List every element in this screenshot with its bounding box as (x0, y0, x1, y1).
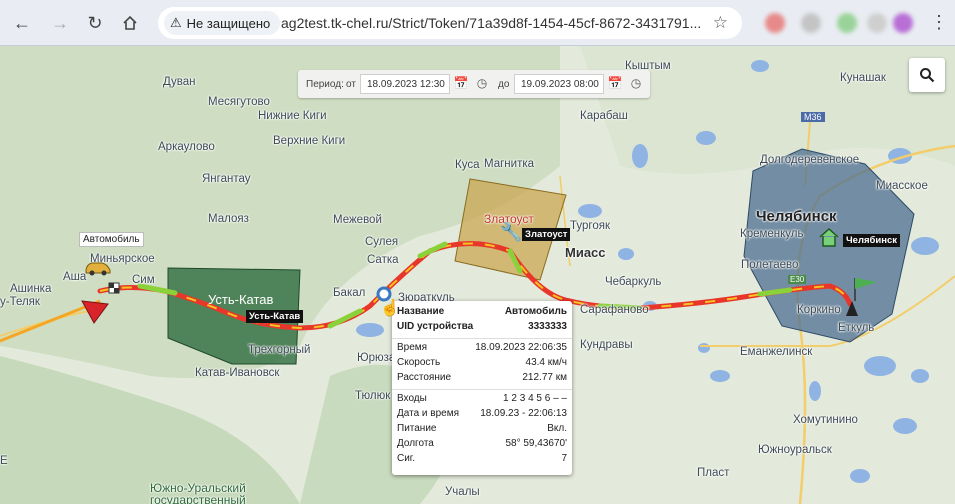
map-label: Хомутинино (793, 414, 858, 426)
map-label: Куса (455, 159, 480, 171)
map-label: Верхние Киги (273, 135, 346, 147)
home-marker-icon[interactable] (818, 226, 840, 248)
map-label: Челябинск (756, 208, 837, 225)
map-label: Дуван (163, 76, 196, 88)
map-label: Трехгорный (248, 344, 311, 356)
period-to-input[interactable]: 19.09.2023 08:00 (514, 74, 604, 94)
address-bar[interactable]: ⚠ Не защищено ag2test.tk-chel.ru/Strict/… (158, 7, 742, 39)
map-label: Сулея (365, 236, 399, 248)
extension-icon[interactable] (765, 13, 785, 33)
map-label: Катав-Ивановск (195, 367, 280, 379)
browser-toolbar: ← → ↻ ⚠ Не защищено ag2test.tk-chel.ru/S… (0, 0, 955, 46)
clock-icon[interactable]: ◷ (628, 75, 644, 91)
map-label: Карабаш (580, 110, 628, 122)
popup-row: Время 18.09.2023 22:06:35 (397, 342, 567, 353)
map-label: Южно-Уральский государственный (150, 481, 246, 504)
bookmark-star-icon[interactable]: ☆ (713, 13, 728, 33)
popup-row: Скорость 43.4 км/ч (397, 357, 567, 368)
search-button[interactable] (909, 58, 945, 92)
period-from-input[interactable]: 18.09.2023 12:30 (360, 74, 450, 94)
back-icon[interactable]: ← (10, 11, 34, 35)
security-chip[interactable]: ⚠ Не защищено (164, 11, 281, 35)
road-shield: E30 (788, 275, 807, 284)
map-label: Миасс (565, 245, 606, 260)
map-label: Янгантау (202, 173, 251, 185)
popup-row: Название Автомобиль (397, 306, 567, 317)
map-label: Пласт (697, 467, 730, 479)
track-point-popup: Название Автомобиль UID устройства 3333333… (392, 301, 572, 475)
map-label: Чебаркуль (605, 276, 662, 288)
map-label: Аркаулово (158, 141, 215, 153)
map-label: Полетаево (741, 259, 799, 271)
popup-row: UID устройства 3333333 (397, 321, 567, 332)
hand-cursor-icon: ☝ (380, 300, 400, 317)
map-label: Е (0, 455, 8, 467)
map-label: Еткуль (838, 322, 875, 334)
map-label: Ашинка (10, 283, 52, 295)
popup-row: Дата и время 18.09.23 - 22:06:13 (397, 408, 567, 419)
calendar-icon[interactable]: 📅 (453, 75, 469, 91)
map-label: Сатка (367, 254, 399, 266)
profile-avatar-icon[interactable] (893, 13, 913, 33)
map-label: Южноуральск (758, 444, 832, 456)
map-label: Усть-Катав (208, 292, 274, 307)
popup-row: Сиг. 7 (397, 453, 567, 464)
url-text[interactable]: ag2test.tk-chel.ru/Strict/Token/71a39d8f… (281, 15, 701, 31)
map-label: Бакал (333, 287, 366, 299)
map-label: Межевой (333, 214, 382, 226)
map-label: Еманжелинск (740, 346, 813, 358)
road-shield: M36 (801, 112, 825, 122)
map-label: Кундравы (580, 339, 633, 351)
map-label: Тургояк (570, 220, 610, 232)
map-label: Кунашак (840, 72, 886, 84)
forward-icon[interactable]: → (48, 11, 72, 35)
popup-row: Расстояние 212.77 км (397, 372, 567, 383)
geofence-tag-chelyabinsk[interactable]: Челябинск (843, 234, 901, 247)
vehicle-label[interactable]: Автомобиль (79, 232, 144, 247)
divider (392, 338, 572, 339)
map-label: Малояз (208, 213, 249, 225)
map-label: Учалы (445, 486, 480, 498)
map-label: Магнитка (484, 158, 535, 170)
clock-icon[interactable]: ◷ (474, 75, 490, 91)
calendar-icon[interactable]: 📅 (607, 75, 623, 91)
map-label: Нижние Киги (258, 110, 327, 122)
extension-icon[interactable] (837, 13, 857, 33)
reload-icon[interactable]: ↻ (83, 11, 107, 35)
car-icon[interactable] (84, 258, 112, 276)
popup-row: Долгота 58° 59,43670' (397, 438, 567, 449)
popup-row: Питание Вкл. (397, 423, 567, 434)
period-to-label: до (498, 79, 510, 90)
search-icon (920, 68, 935, 83)
geofence-tag-ust-katav[interactable]: Усть-Катав (246, 310, 304, 323)
map-view[interactable]: Дуван Месягутово Нижние Киги Верхние Киг… (0, 46, 955, 504)
home-icon[interactable] (118, 11, 142, 35)
map-label: Кременкуль (740, 228, 804, 240)
map-label: Долгодеревенское (760, 154, 860, 166)
divider (392, 389, 572, 390)
menu-kebab-icon[interactable]: ⋮ (930, 12, 948, 33)
extension-icon[interactable] (801, 13, 821, 33)
extension-icon[interactable] (867, 13, 887, 33)
map-label: Тюлюк (355, 390, 391, 402)
map-label: Коркино (797, 304, 841, 316)
map-label: Миасское (876, 180, 928, 192)
map-label: Месягутово (208, 96, 270, 108)
period-from-label: от (346, 79, 356, 90)
map-label: у-Теляк (0, 296, 40, 308)
security-text: Не защищено (186, 15, 271, 31)
period-label: Период: (306, 79, 344, 90)
map-label: Аша (63, 271, 87, 283)
map-label: Сим (132, 274, 155, 286)
warning-icon: ⚠ (170, 15, 182, 30)
geofence-tag-zlatoust[interactable]: Златоуст (522, 228, 571, 241)
wrench-icon[interactable]: 🔧 (500, 222, 522, 244)
map-label: Сарафаново (580, 304, 649, 316)
popup-row: Входы 1 2 3 4 5 6 – – (397, 393, 567, 404)
period-panel: Период: от 18.09.2023 12:30 📅 ◷ до 19.09… (298, 70, 650, 98)
